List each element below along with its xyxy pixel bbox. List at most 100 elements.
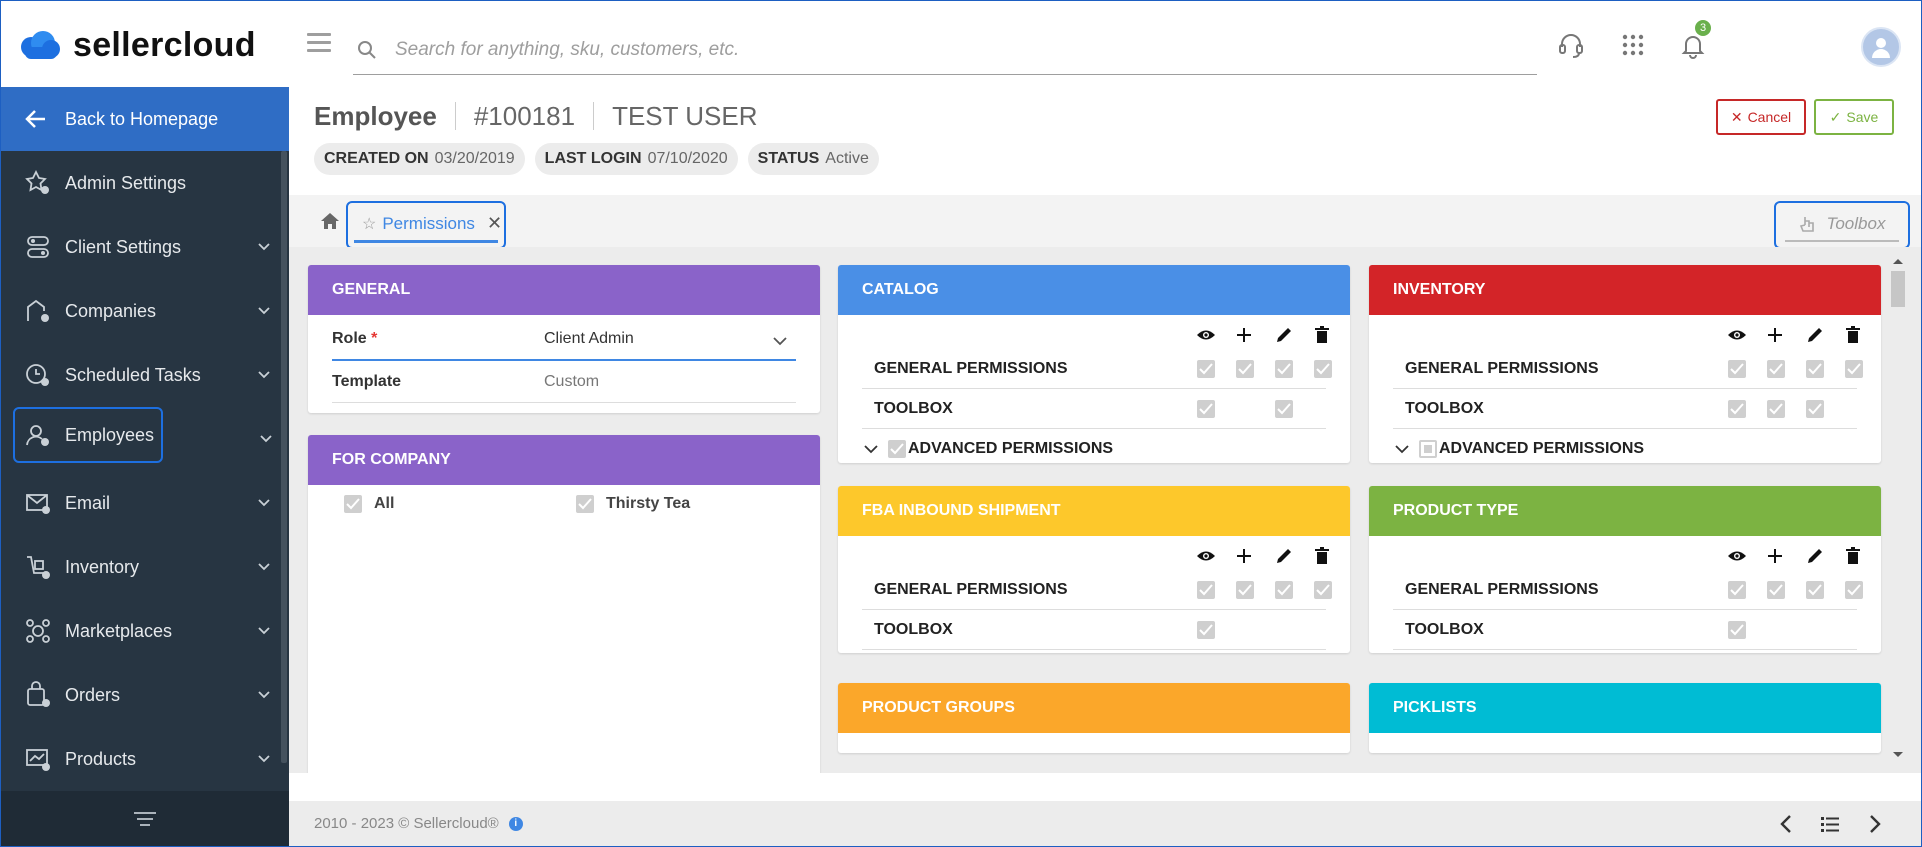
sidebar-item-label: Admin Settings [65,172,187,193]
email-icon [23,488,53,518]
permission-row-toolbox: TOOLBOX [1393,610,1857,650]
top-bar: sellercloud Search for anything, sku, cu… [1,1,1921,87]
plus-icon [1768,328,1782,342]
checkbox[interactable] [576,495,594,513]
card-title: INVENTORY [1369,265,1881,315]
back-to-homepage-label: Back to Homepage [65,108,219,129]
add-checkbox[interactable] [1767,580,1785,599]
sidebar-item-marketplaces[interactable]: Marketplaces [1,599,281,663]
sidebar-item-scheduled-tasks[interactable]: Scheduled Tasks [1,343,281,407]
view-checkbox[interactable] [1197,359,1215,378]
search-input[interactable]: Search for anything, sku, customers, etc… [353,25,1537,75]
logo[interactable]: sellercloud [17,25,256,65]
sidebar-item-label: Client Settings [65,236,182,257]
view-checkbox[interactable] [1728,399,1746,418]
avatar[interactable] [1861,27,1901,67]
cloud-logo-icon [21,31,60,59]
add-checkbox[interactable] [1236,359,1254,378]
back-to-homepage-button[interactable]: Back to Homepage [1,87,289,151]
edit-checkbox[interactable] [1275,580,1293,599]
advanced-permissions-toggle[interactable]: ADVANCED PERMISSIONS [862,435,1113,463]
add-checkbox[interactable] [1767,399,1785,418]
app-window: sellercloud Search for anything, sku, cu… [0,0,1922,847]
save-label: Save [1846,109,1879,125]
view-checkbox[interactable] [1197,399,1215,418]
sidebar-item-orders[interactable]: Orders [1,663,281,727]
sidebar-item-admin-settings[interactable]: Admin Settings [1,151,281,215]
chevron-right-icon[interactable] [1863,813,1885,835]
chevron-left-icon[interactable] [1776,813,1798,835]
chevron-down-icon [258,563,270,571]
sidebar-collapse-button[interactable] [1,791,289,846]
edit-checkbox[interactable] [1275,359,1293,378]
advanced-checkbox[interactable] [888,440,906,458]
company-option-thirsty-tea[interactable]: Thirsty Tea [576,495,690,513]
edit-checkbox[interactable] [1806,359,1824,378]
menu-icon[interactable] [307,33,331,53]
edit-checkbox[interactable] [1275,399,1293,418]
chevron-down-icon[interactable] [772,333,788,349]
permission-row-label: GENERAL PERMISSIONS [874,580,1068,598]
home-icon[interactable] [319,211,341,231]
chip-key: STATUS [757,150,820,167]
tab-permissions[interactable]: ☆ Permissions ✕ [346,201,506,249]
advanced-permissions-toggle[interactable]: ADVANCED PERMISSIONS [1393,435,1644,463]
scroll-down-icon[interactable] [1892,751,1904,759]
edit-checkbox[interactable] [1806,399,1824,418]
eye-icon [1197,551,1215,561]
card-title: GENERAL [308,265,820,315]
sidebar-scrollbar[interactable] [281,151,287,763]
star-icon[interactable]: ☆ [362,214,376,234]
content-scrollbar[interactable] [1887,251,1909,767]
chip-value: 07/10/2020 [647,150,728,167]
add-checkbox[interactable] [1236,580,1254,599]
sidebar-item-companies[interactable]: Companies [1,279,281,343]
cancel-button[interactable]: ✕ Cancel [1716,99,1806,135]
status-chip: STATUS Active [747,143,879,175]
orders-icon [23,680,53,710]
delete-checkbox[interactable] [1845,359,1863,378]
sidebar-item-label: Orders [65,684,121,705]
apps-grid-icon[interactable] [1619,31,1647,59]
eye-icon [1728,551,1746,561]
toolbox-button[interactable]: Toolbox [1774,201,1910,249]
add-checkbox[interactable] [1767,359,1785,378]
companies-icon [23,296,53,326]
company-option-all[interactable]: All [344,495,394,513]
headset-icon[interactable] [1557,31,1585,59]
chevron-down-icon [258,307,270,315]
save-button[interactable]: ✓ Save [1814,99,1894,135]
view-checkbox[interactable] [1197,580,1215,599]
permission-row-toolbox: TOOLBOX [862,610,1326,650]
sidebar-item-email[interactable]: Email [1,471,281,535]
view-checkbox[interactable] [1197,620,1215,639]
delete-checkbox[interactable] [1314,359,1332,378]
view-checkbox[interactable] [1728,359,1746,378]
sidebar-item-employees[interactable]: Employees [13,407,163,463]
permission-row-general: GENERAL PERMISSIONS [1393,570,1863,610]
template-field[interactable]: Template Custom [332,361,796,403]
scroll-up-icon[interactable] [1892,257,1904,265]
view-checkbox[interactable] [1728,580,1746,599]
delete-checkbox[interactable] [1845,580,1863,599]
card-title: FBA INBOUND SHIPMENT [838,486,1350,536]
sidebar-item-inventory[interactable]: Inventory [1,535,281,599]
inventory-card: INVENTORY GENERAL PERMISSIONS TOOLBOX AD… [1369,265,1881,463]
tab-permissions-label: Permissions [382,213,475,233]
edit-checkbox[interactable] [1806,580,1824,599]
info-icon[interactable]: i [508,816,523,831]
scroll-thumb[interactable] [1891,271,1905,307]
delete-checkbox[interactable] [1314,580,1332,599]
sidebar-item-products[interactable]: Products [1,727,281,791]
permission-row-general: GENERAL PERMISSIONS [862,570,1332,610]
footer: 2010 - 2023 © Sellercloud® i [289,801,1921,846]
view-checkbox[interactable] [1728,620,1746,639]
list-icon[interactable] [1819,813,1841,835]
advanced-checkbox-indeterminate[interactable] [1419,440,1437,458]
checkbox[interactable] [344,495,362,513]
role-field[interactable]: Role * Client Admin [332,319,796,361]
sidebar-item-client-settings[interactable]: Client Settings [1,215,281,279]
permission-columns-header [862,321,1329,349]
close-tab-icon[interactable]: ✕ [487,213,502,234]
chevron-down-icon [258,371,270,379]
